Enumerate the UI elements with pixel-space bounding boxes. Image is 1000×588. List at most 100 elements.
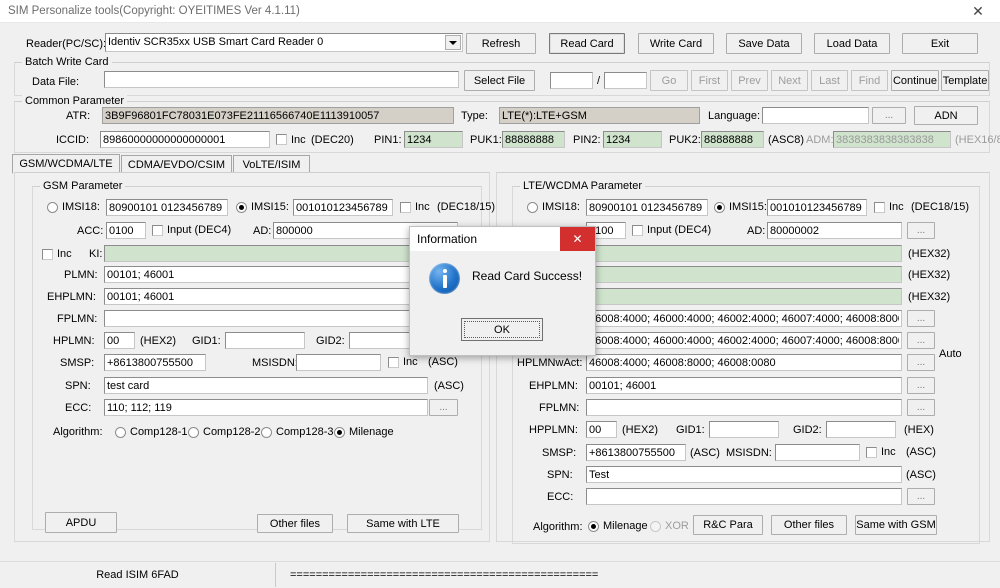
load-data-button[interactable]: Load Data <box>814 33 890 54</box>
language-browse-button[interactable]: ... <box>872 107 906 124</box>
gsm-smsp-input[interactable] <box>104 354 206 371</box>
gsm-apdu-button[interactable]: APDU <box>45 512 117 533</box>
gsm-msisdn-inc-checkbox[interactable] <box>388 357 399 368</box>
next-button[interactable]: Next <box>771 70 808 91</box>
gsm-msisdn-input[interactable] <box>296 354 381 371</box>
tab-volte-isim[interactable]: VoLTE/ISIM <box>233 155 310 173</box>
write-card-button[interactable]: Write Card <box>638 33 714 54</box>
lte-imsi18-input[interactable] <box>586 199 708 216</box>
lte-msisdn-label: MSISDN: <box>726 447 772 459</box>
lte-smsp-input[interactable] <box>586 444 686 461</box>
gsm-acc-input-checkbox[interactable] <box>152 225 163 236</box>
gsm-algorithm-comp128-3-radio[interactable] <box>261 427 272 438</box>
lte-ki-input[interactable] <box>586 245 902 262</box>
batch-total-input[interactable] <box>604 72 647 89</box>
prev-button[interactable]: Prev <box>731 70 768 91</box>
gsm-ki-input[interactable] <box>104 245 458 262</box>
lte-fplmn-input[interactable] <box>586 399 902 416</box>
lte-ecc-input[interactable] <box>586 488 902 505</box>
read-card-button[interactable]: Read Card <box>549 33 625 54</box>
gsm-acc-input[interactable] <box>106 222 146 239</box>
gsm-ehplmn-input[interactable] <box>104 288 458 305</box>
window-close-icon[interactable]: ✕ <box>956 0 1000 22</box>
gsm-spn-input[interactable] <box>104 377 428 394</box>
lte-ad-browse-button[interactable]: ... <box>907 222 935 239</box>
lte-ecc-browse-button[interactable]: ... <box>907 488 935 505</box>
gsm-imsi18-input[interactable] <box>106 199 228 216</box>
adn-button[interactable]: ADN <box>914 106 978 125</box>
last-button[interactable]: Last <box>811 70 848 91</box>
lte-ehplmn-input[interactable] <box>586 377 902 394</box>
language-input[interactable] <box>762 107 869 124</box>
lte-gid2-input[interactable] <box>826 421 896 438</box>
exit-button[interactable]: Exit <box>902 33 978 54</box>
lte-acc-input-checkbox[interactable] <box>632 225 643 236</box>
lte-msisdn-inc-checkbox[interactable] <box>866 447 877 458</box>
chevron-down-icon[interactable] <box>445 35 461 50</box>
lte-imsi18-radio[interactable] <box>527 202 538 213</box>
template-button[interactable]: Template <box>941 70 989 91</box>
reader-select[interactable]: Identiv SCR35xx USB Smart Card Reader 0 <box>105 33 463 52</box>
lte-same-with-gsm-button[interactable]: Same with GSM <box>855 515 937 535</box>
lte-op-input[interactable] <box>586 288 902 305</box>
dialog-close-icon[interactable]: ✕ <box>560 227 595 251</box>
lte-imsi15-input[interactable] <box>767 199 867 216</box>
gsm-hplmn-input[interactable] <box>104 332 135 349</box>
pin2-input[interactable] <box>603 131 662 148</box>
lte-oplmnwact-browse-button[interactable]: ... <box>907 332 935 349</box>
lte-algorithm-milenage-radio[interactable] <box>588 521 599 532</box>
gsm-ecc-browse-button[interactable]: ... <box>429 399 458 416</box>
iccid-input[interactable] <box>100 131 270 148</box>
gsm-fplmn-input[interactable] <box>104 310 458 327</box>
continue-button[interactable]: Continue <box>891 70 939 91</box>
select-file-button[interactable]: Select File <box>464 70 535 91</box>
batch-index-input[interactable] <box>550 72 593 89</box>
tab-cdma-evdo-csim[interactable]: CDMA/EVDO/CSIM <box>121 155 232 173</box>
gsm-algorithm-comp128-3-label: Comp128-3 <box>276 426 334 438</box>
lte-fplmn-browse-button[interactable]: ... <box>907 399 935 416</box>
gsm-same-with-lte-button[interactable]: Same with LTE <box>347 514 459 533</box>
first-button[interactable]: First <box>691 70 728 91</box>
lte-spn-input[interactable] <box>586 466 902 483</box>
puk1-input[interactable] <box>502 131 565 148</box>
pin1-input[interactable] <box>404 131 463 148</box>
lte-imsi-inc-checkbox[interactable] <box>874 202 885 213</box>
iccid-inc-checkbox[interactable] <box>276 134 287 145</box>
go-button[interactable]: Go <box>650 70 688 91</box>
dialog-ok-button[interactable]: OK <box>461 318 543 341</box>
gsm-algorithm-milenage-radio[interactable] <box>334 427 345 438</box>
gsm-imsi15-input[interactable] <box>293 199 393 216</box>
lte-gid1-input[interactable] <box>709 421 779 438</box>
gsm-other-files-button[interactable]: Other files <box>257 514 333 533</box>
tab-gsm-wcdma-lte[interactable]: GSM/WCDMA/LTE <box>12 154 120 174</box>
gsm-ki-inc-checkbox[interactable] <box>42 249 53 260</box>
lte-rc-para-button[interactable]: R&C Para <box>693 515 763 535</box>
lte-other-files-button[interactable]: Other files <box>771 515 847 535</box>
gsm-plmn-input[interactable] <box>104 266 458 283</box>
gsm-algorithm-comp128-2-radio[interactable] <box>188 427 199 438</box>
lte-algorithm-xor-radio[interactable] <box>650 521 661 532</box>
gsm-imsi18-radio[interactable] <box>47 202 58 213</box>
data-file-input[interactable] <box>104 71 459 88</box>
gsm-spn-format-label: (ASC) <box>434 380 464 392</box>
lte-ad-input[interactable] <box>767 222 902 239</box>
puk2-input[interactable] <box>701 131 764 148</box>
lte-opc-input[interactable] <box>586 266 902 283</box>
save-data-button[interactable]: Save Data <box>726 33 802 54</box>
gsm-gid1-input[interactable] <box>225 332 305 349</box>
refresh-button[interactable]: Refresh <box>466 33 536 54</box>
lte-hplmnwact-browse-button[interactable]: ... <box>907 354 935 371</box>
find-button[interactable]: Find <box>851 70 888 91</box>
lte-msisdn-input[interactable] <box>775 444 860 461</box>
gsm-ecc-input[interactable] <box>104 399 428 416</box>
lte-imsi15-radio[interactable] <box>714 202 725 213</box>
lte-plmnwact-browse-button[interactable]: ... <box>907 310 935 327</box>
gsm-imsi15-radio[interactable] <box>236 202 247 213</box>
lte-plmnwact-input[interactable] <box>586 310 902 327</box>
gsm-algorithm-comp128-1-radio[interactable] <box>115 427 126 438</box>
lte-hplmnwact-input[interactable] <box>586 354 902 371</box>
gsm-imsi-inc-checkbox[interactable] <box>400 202 411 213</box>
lte-oplmnwact-input[interactable] <box>586 332 902 349</box>
lte-ehplmn-browse-button[interactable]: ... <box>907 377 935 394</box>
lte-hpplmn-input[interactable] <box>586 421 617 438</box>
